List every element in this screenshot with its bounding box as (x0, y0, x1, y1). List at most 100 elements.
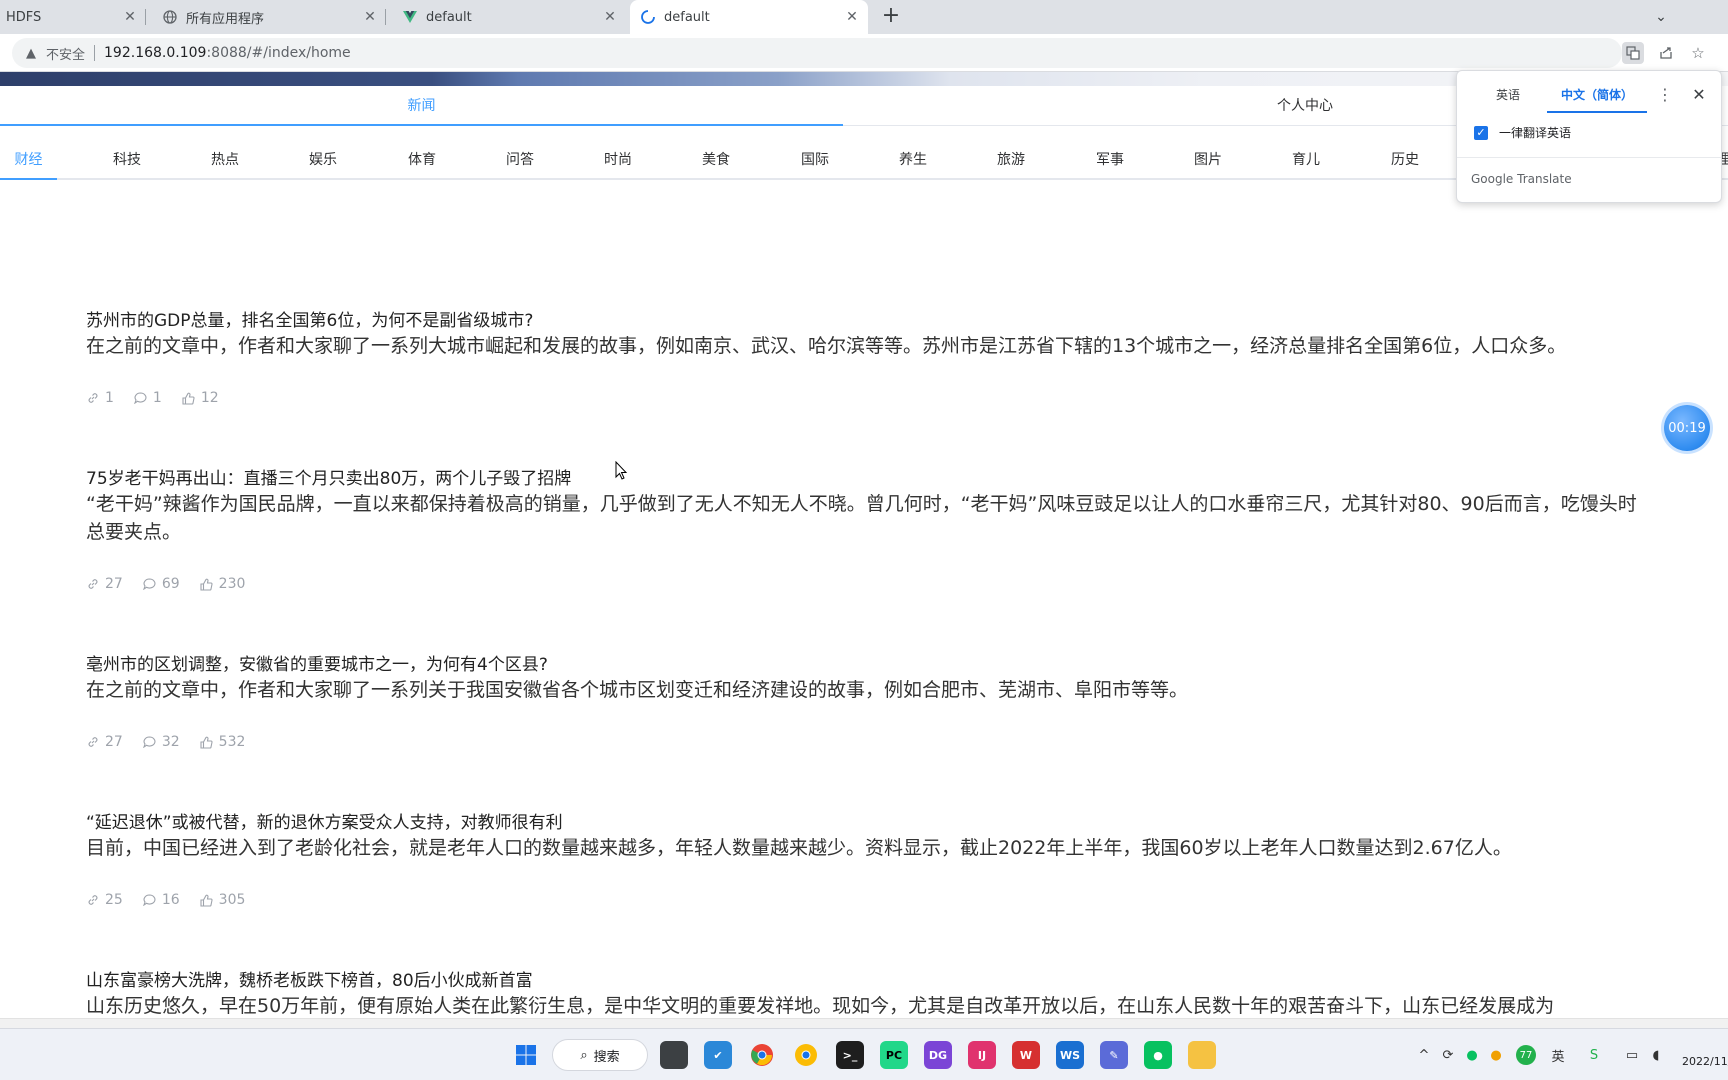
volume-icon[interactable]: ◖ (1646, 1045, 1666, 1065)
wechat-icon[interactable]: ● (1144, 1041, 1172, 1069)
close-icon[interactable]: ✕ (842, 7, 862, 27)
tray-badge[interactable]: 77 (1516, 1045, 1536, 1065)
tab-default-active[interactable]: default ✕ (630, 0, 868, 34)
comment-count[interactable]: 69 (143, 576, 180, 592)
category-tab-military[interactable]: 军事 (1080, 144, 1140, 180)
comment-count-value: 32 (161, 734, 180, 750)
category-tab-pictures[interactable]: 图片 (1178, 144, 1238, 180)
comment-count[interactable]: 32 (143, 734, 180, 750)
thumbs-up-icon (200, 578, 214, 591)
share-count[interactable]: 1 (86, 390, 114, 406)
news-item[interactable]: “延迟退休”或被代替，新的退休方案受众人支持，对教师很有利 目前，中国已经进入到… (86, 812, 1646, 862)
share-count[interactable]: 27 (86, 734, 123, 750)
like-count[interactable]: 230 (200, 576, 246, 592)
tray-wechat-icon[interactable]: ● (1462, 1045, 1482, 1065)
comment-count[interactable]: 16 (143, 892, 180, 908)
more-vert-icon[interactable]: ⋮ (1655, 83, 1675, 107)
category-tab-international[interactable]: 国际 (785, 144, 845, 180)
share-icon[interactable] (1655, 42, 1677, 64)
category-tab-tech[interactable]: 科技 (97, 144, 157, 180)
link-icon (86, 392, 100, 404)
tray-ime-s[interactable]: S (1584, 1045, 1604, 1065)
tab-all-apps[interactable]: 所有应用程序 ✕ (152, 0, 386, 34)
close-icon[interactable]: ✕ (120, 7, 140, 27)
close-icon[interactable]: ✕ (600, 7, 620, 27)
news-item[interactable]: 苏州市的GDP总量，排名全国第6位，为何不是副省级城市? 在之前的文章中，作者和… (86, 310, 1646, 360)
omnibox[interactable]: ▲ 不安全 192.168.0.109 :8088/#/index/home (12, 38, 1622, 68)
taskbar-search[interactable]: ⌕ 搜索 (552, 1039, 648, 1071)
like-count[interactable]: 532 (200, 734, 245, 750)
category-tab-parenting[interactable]: 育儿 (1276, 144, 1336, 180)
tray-chevron-up-icon[interactable]: ^ (1414, 1045, 1434, 1065)
tab-default-1[interactable]: default ✕ (392, 0, 626, 34)
bookmark-star-icon[interactable]: ☆ (1687, 42, 1709, 64)
network-icon[interactable]: ▭ (1622, 1045, 1642, 1065)
google-translate-brand: Google Translate (1471, 172, 1572, 186)
news-title[interactable]: 75岁老干妈再出山：直播三个月只卖出80万，两个儿子毁了招牌 (86, 468, 1646, 490)
share-count-value: 25 (105, 892, 123, 908)
floating-timer-button[interactable]: 00:19 (1664, 405, 1710, 451)
webstorm-icon[interactable]: WS (1056, 1041, 1084, 1069)
app-icon-blue[interactable]: ✔ (704, 1041, 732, 1069)
taskbar-clock[interactable]: 2022/11/ (1682, 1055, 1728, 1068)
category-tab-travel[interactable]: 旅游 (981, 144, 1041, 180)
new-tab-button[interactable]: + (878, 4, 904, 30)
wps-icon[interactable]: W (1012, 1041, 1040, 1069)
category-tab-health[interactable]: 养生 (883, 144, 943, 180)
category-tab-sports[interactable]: 体育 (392, 144, 452, 180)
tab-news[interactable]: 新闻 (0, 86, 843, 126)
category-tab-qa[interactable]: 问答 (490, 144, 550, 180)
file-explorer-icon[interactable] (1188, 1041, 1216, 1069)
link-icon (86, 894, 100, 906)
category-tab-finance[interactable]: 财经 (0, 144, 57, 180)
category-tab-food[interactable]: 美食 (686, 144, 746, 180)
comment-count[interactable]: 1 (134, 390, 162, 406)
news-meta: 27 32 532 (86, 734, 265, 750)
translate-lang-english[interactable]: 英语 (1475, 83, 1541, 113)
news-title[interactable]: 苏州市的GDP总量，排名全国第6位，为何不是副省级城市? (86, 310, 1646, 332)
category-tab-fashion[interactable]: 时尚 (588, 144, 648, 180)
news-item[interactable]: 75岁老干妈再出山：直播三个月只卖出80万，两个儿子毁了招牌 “老干妈”辣酱作为… (86, 468, 1646, 546)
start-windows-icon[interactable] (512, 1041, 540, 1069)
tab-search-chevron-icon[interactable]: ⌄ (1638, 0, 1684, 34)
security-label[interactable]: 不安全 (46, 44, 85, 63)
like-count[interactable]: 305 (200, 892, 245, 908)
news-title[interactable]: “延迟退休”或被代替，新的退休方案受众人支持，对教师很有利 (86, 812, 1646, 834)
like-count[interactable]: 12 (182, 390, 219, 406)
close-icon[interactable]: ✕ (1689, 83, 1709, 107)
datagrip-icon[interactable]: DG (924, 1041, 952, 1069)
tray-sync-icon[interactable]: ⟳ (1438, 1045, 1458, 1065)
horizontal-scrollbar[interactable] (0, 1018, 1728, 1028)
news-item[interactable]: 山东富豪榜大洗牌，魏桥老板跌下榜首，80后小伙成新首富 山东历史悠久，早在50万… (86, 970, 1646, 1018)
loading-icon (640, 9, 656, 25)
terminal-icon[interactable]: >_ (836, 1041, 864, 1069)
category-tab-hot[interactable]: 热点 (195, 144, 255, 180)
share-count[interactable]: 25 (86, 892, 123, 908)
tray-ime-label[interactable]: 英 (1548, 1045, 1568, 1065)
like-count-value: 230 (218, 576, 246, 592)
share-count[interactable]: 27 (86, 576, 123, 592)
close-icon[interactable]: ✕ (360, 7, 380, 27)
tab-hdfs[interactable]: HDFS ✕ (0, 0, 146, 34)
warning-icon[interactable]: ▲ (22, 46, 40, 61)
news-item[interactable]: 亳州市的区划调整，安徽省的重要城市之一，为何有4个区县? 在之前的文章中，作者和… (86, 654, 1646, 704)
comment-icon (143, 736, 157, 748)
translate-lang-chinese[interactable]: 中文（简体） (1547, 83, 1647, 113)
news-title[interactable]: 亳州市的区划调整，安徽省的重要城市之一，为何有4个区县? (86, 654, 1646, 676)
category-tab-history[interactable]: 历史 (1375, 144, 1435, 180)
always-translate-label[interactable]: 一律翻译英语 (1499, 124, 1571, 141)
news-title[interactable]: 山东富豪榜大洗牌，魏桥老板跌下榜首，80后小伙成新首富 (86, 970, 1646, 992)
always-translate-checkbox[interactable]: ✓ (1474, 126, 1488, 140)
chrome-canary-icon[interactable] (792, 1041, 820, 1069)
translate-popup: 英语 中文（简体） ⋮ ✕ ✓ 一律翻译英语 Google Translate (1456, 70, 1722, 203)
feather-app-icon[interactable]: ✎ (1100, 1041, 1128, 1069)
like-count-value: 12 (200, 390, 219, 406)
task-view-icon[interactable] (660, 1041, 688, 1069)
translate-icon[interactable] (1622, 42, 1644, 64)
tray-app-icon[interactable]: ● (1486, 1045, 1506, 1065)
vue-icon (402, 9, 418, 25)
category-tab-entertainment[interactable]: 娱乐 (293, 144, 353, 180)
chrome-icon[interactable] (748, 1041, 776, 1069)
intellij-icon[interactable]: IJ (968, 1041, 996, 1069)
pycharm-icon[interactable]: PC (880, 1041, 908, 1069)
